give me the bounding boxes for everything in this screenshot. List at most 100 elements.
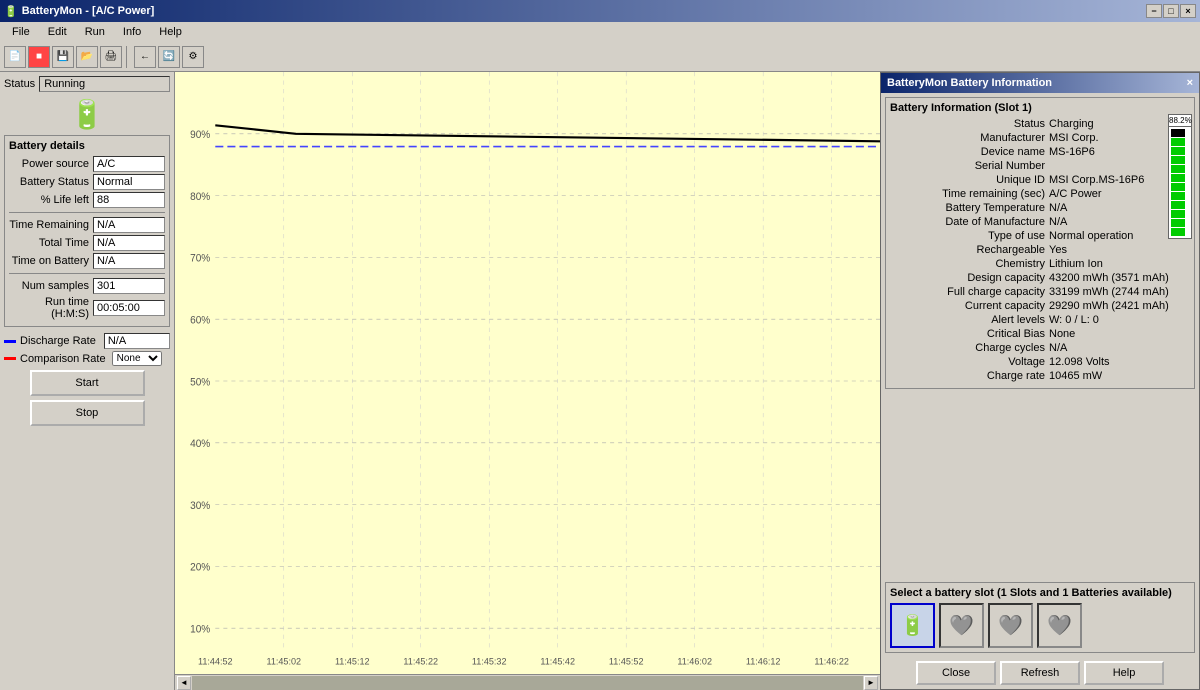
- power-source-value: A/C: [93, 156, 165, 172]
- battery-cell-9: [1171, 147, 1185, 155]
- battery-cell-5: [1171, 183, 1185, 191]
- discharge-legend-row: Discharge Rate N/A: [4, 333, 170, 349]
- menu-edit[interactable]: Edit: [40, 24, 75, 40]
- info-value-13: 29290 mWh (2421 mAh): [1049, 300, 1190, 312]
- chart-scrollbar: ◄ ►: [175, 674, 880, 690]
- battery-cell-4: [1171, 192, 1185, 200]
- info-row-18: Charge rate 10465 mW: [890, 370, 1190, 382]
- info-label-17: Voltage: [890, 356, 1045, 368]
- scroll-track[interactable]: [192, 676, 863, 690]
- comparison-select[interactable]: None: [112, 351, 162, 366]
- discharge-color-swatch: [4, 340, 16, 343]
- slot-icons: 🔋 🩶 🩶 🩶: [890, 603, 1190, 648]
- info-label-12: Full charge capacity: [890, 286, 1045, 298]
- info-value-14: W: 0 / L: 0: [1049, 314, 1190, 326]
- info-value-9: Yes: [1049, 244, 1190, 256]
- menu-info[interactable]: Info: [115, 24, 149, 40]
- info-label-8: Type of use: [890, 230, 1045, 242]
- toolbar-save[interactable]: 💾: [52, 46, 74, 68]
- titlebar: 🔋 BatteryMon - [A/C Power] − □ ×: [0, 0, 1200, 22]
- info-label-2: Device name: [890, 146, 1045, 158]
- discharge-label: Discharge Rate: [20, 335, 96, 347]
- close-button[interactable]: Close: [916, 661, 996, 685]
- slot-2-icon[interactable]: 🩶: [939, 603, 984, 648]
- info-label-15: Critical Bias: [890, 328, 1045, 340]
- info-label-18: Charge rate: [890, 370, 1045, 382]
- refresh-button[interactable]: Refresh: [1000, 661, 1080, 685]
- time-on-battery-row: Time on Battery N/A: [9, 253, 165, 269]
- svg-text:50%: 50%: [190, 377, 210, 388]
- slot-3-icon[interactable]: 🩶: [988, 603, 1033, 648]
- maximize-button[interactable]: □: [1163, 4, 1179, 18]
- info-row-14: Alert levels W: 0 / L: 0: [890, 314, 1190, 326]
- toolbar-print[interactable]: 🖨: [100, 46, 122, 68]
- battery-cells-container: [1168, 126, 1192, 239]
- svg-text:11:46:02: 11:46:02: [677, 656, 712, 666]
- battery-cell-7: [1171, 165, 1185, 173]
- info-row-0: StatusCharging: [890, 118, 1190, 130]
- time-on-battery-value: N/A: [93, 253, 165, 269]
- titlebar-left: 🔋 BatteryMon - [A/C Power]: [4, 5, 154, 18]
- slot-title: Select a battery slot (1 Slots and 1 Bat…: [890, 587, 1190, 599]
- toolbar-settings[interactable]: ⚙: [182, 46, 204, 68]
- info-row-16: Charge cyclesN/A: [890, 342, 1190, 354]
- chart-area: 90% 80% 70% 60% 50% 40% 30% 20% 10% 11:4…: [175, 72, 880, 690]
- stop-button[interactable]: Stop: [30, 400, 145, 426]
- svg-text:11:46:12: 11:46:12: [746, 656, 781, 666]
- battery-cell-0: [1171, 228, 1185, 236]
- battery-cell-2: [1171, 210, 1185, 218]
- menu-help[interactable]: Help: [151, 24, 190, 40]
- battery-cell-10: [1171, 138, 1185, 146]
- toolbar-open[interactable]: 📂: [76, 46, 98, 68]
- status-value: Running: [39, 76, 170, 92]
- info-row-13: Current capacity29290 mWh (2421 mAh): [890, 300, 1190, 312]
- separator-2: [9, 273, 165, 274]
- battery-cell-11: [1171, 129, 1185, 137]
- total-time-label: Total Time: [9, 237, 89, 249]
- battery-icon: 🔋: [70, 99, 105, 130]
- info-row-4: Unique IDMSI Corp.MS-16P6: [890, 174, 1190, 186]
- svg-text:30%: 30%: [190, 501, 210, 512]
- info-row-17: Voltage 12.098 Volts: [890, 356, 1190, 368]
- minimize-button[interactable]: −: [1146, 4, 1162, 18]
- info-label-5: Time remaining (sec): [890, 188, 1045, 200]
- total-time-value: N/A: [93, 235, 165, 251]
- info-value-11: 43200 mWh (3571 mAh): [1049, 272, 1190, 284]
- info-value-18: 10465 mW: [1049, 370, 1190, 382]
- time-remaining-row: Time Remaining N/A: [9, 217, 165, 233]
- start-button[interactable]: Start: [30, 370, 145, 396]
- info-value-15: None: [1049, 328, 1190, 340]
- toolbar-back[interactable]: ←: [134, 46, 156, 68]
- power-source-row: Power source A/C: [9, 156, 165, 172]
- info-buttons: Close Refresh Help: [881, 657, 1199, 689]
- battery-icon-area: 🔋: [4, 98, 170, 131]
- slot-1-icon[interactable]: 🔋: [890, 603, 935, 648]
- info-row-7: Date of ManufactureN/A: [890, 216, 1190, 228]
- run-time-value: 00:05:00: [93, 300, 165, 316]
- menu-file[interactable]: File: [4, 24, 38, 40]
- toolbar-refresh[interactable]: 🔄: [158, 46, 180, 68]
- menu-run[interactable]: Run: [77, 24, 113, 40]
- scroll-right-arrow[interactable]: ►: [864, 676, 878, 690]
- svg-text:11:45:02: 11:45:02: [266, 656, 301, 666]
- info-value-17: 12.098 Volts: [1049, 356, 1190, 368]
- toolbar-stop[interactable]: ■: [28, 46, 50, 68]
- info-close-icon[interactable]: ×: [1187, 77, 1193, 89]
- help-button[interactable]: Help: [1084, 661, 1164, 685]
- slot-4-icon[interactable]: 🩶: [1037, 603, 1082, 648]
- toolbar-new[interactable]: 📄: [4, 46, 26, 68]
- menubar: File Edit Run Info Help: [0, 22, 1200, 42]
- battery-cell-1: [1171, 219, 1185, 227]
- info-titlebar: BatteryMon Battery Information ×: [881, 73, 1199, 93]
- time-remaining-value: N/A: [93, 217, 165, 233]
- info-label-14: Alert levels: [890, 314, 1045, 326]
- time-on-battery-label: Time on Battery: [9, 255, 89, 267]
- info-rows: StatusChargingManufacturerMSI Corp.Devic…: [890, 118, 1190, 382]
- battery-status-value: Normal: [93, 174, 165, 190]
- svg-text:10%: 10%: [190, 624, 210, 635]
- svg-text:11:45:52: 11:45:52: [609, 656, 644, 666]
- scroll-left-arrow[interactable]: ◄: [177, 676, 191, 690]
- info-label-1: Manufacturer: [890, 132, 1045, 144]
- close-button[interactable]: ×: [1180, 4, 1196, 18]
- info-label-10: Chemistry: [890, 258, 1045, 270]
